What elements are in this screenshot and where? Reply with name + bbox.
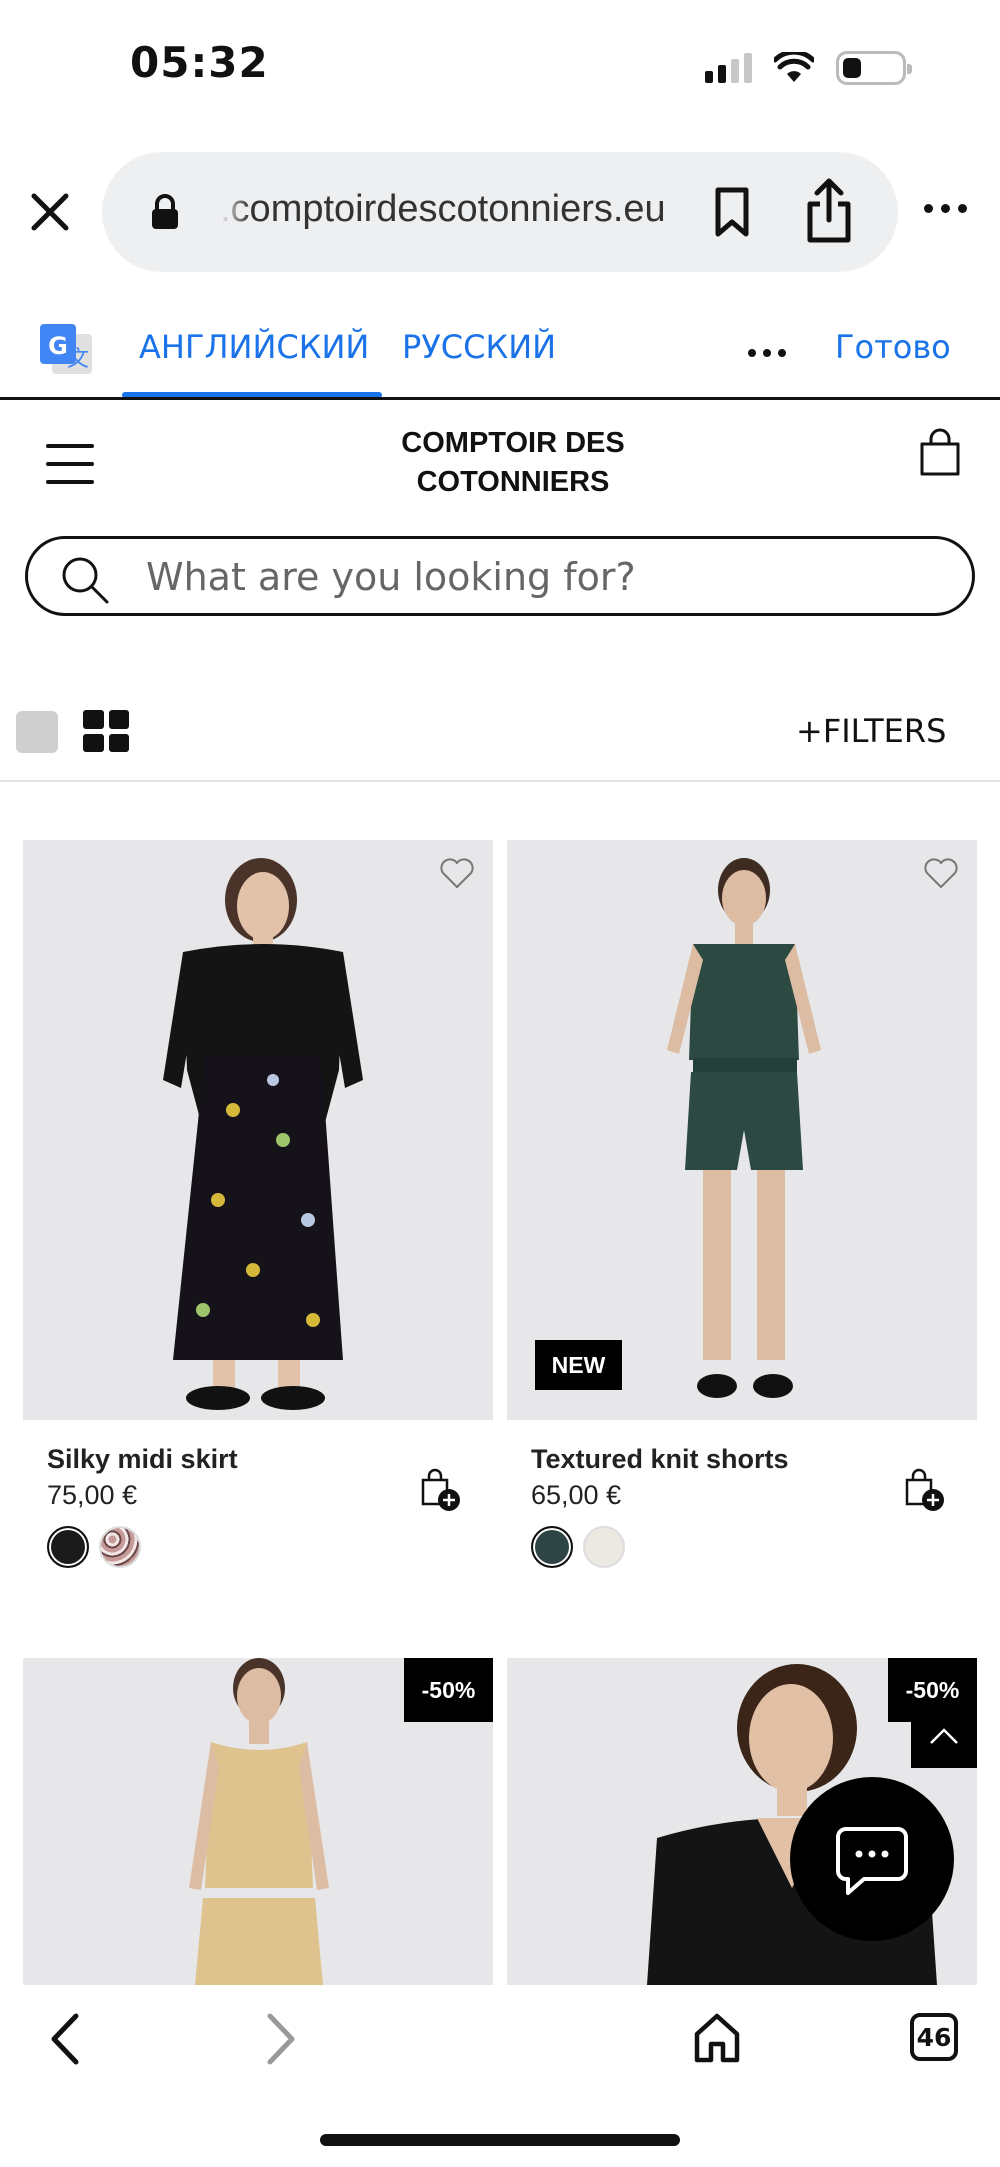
add-to-bag-icon[interactable] — [903, 1468, 945, 1512]
lock-icon — [152, 194, 178, 229]
tab-target-language[interactable]: РУССКИЙ — [402, 328, 556, 366]
color-swatches — [47, 1526, 141, 1568]
chat-bubble-icon — [836, 1827, 908, 1895]
product-price: 75,00 € — [47, 1480, 138, 1510]
brand-line-1: COMPTOIR DES — [401, 427, 625, 459]
product-name[interactable]: Silky midi skirt — [47, 1444, 238, 1475]
add-to-bag-icon[interactable] — [419, 1468, 461, 1512]
wishlist-heart-icon[interactable] — [923, 856, 959, 890]
new-badge: NEW — [535, 1340, 622, 1390]
address-bar[interactable]: .comptoirdescotonniers.eu — [102, 152, 898, 272]
wishlist-heart-icon[interactable] — [439, 856, 475, 890]
color-swatch-cream[interactable] — [583, 1526, 625, 1568]
search-bar[interactable] — [25, 536, 975, 616]
product-name[interactable]: Textured knit shorts — [531, 1444, 789, 1475]
tabs-count-button[interactable]: 46 — [910, 2013, 958, 2061]
translate-more-icon[interactable] — [748, 349, 786, 357]
brand-line-2: COTONNIERS — [416, 466, 610, 498]
divider — [0, 397, 1000, 400]
filters-button[interactable]: +FILTERS — [796, 712, 946, 750]
discount-badge: -50% — [404, 1658, 493, 1722]
home-icon[interactable] — [692, 2010, 742, 2064]
more-menu-icon[interactable] — [924, 204, 967, 213]
forward-arrow-icon[interactable] — [260, 2010, 302, 2068]
grid-view-toggle[interactable] — [83, 710, 129, 752]
search-icon — [62, 557, 109, 604]
search-input[interactable] — [146, 553, 926, 601]
google-translate-icon[interactable]: 文 G — [38, 322, 94, 378]
product-image[interactable]: NEW — [507, 840, 977, 1420]
cellular-signal-icon — [705, 53, 752, 83]
svg-text:G: G — [48, 332, 68, 360]
status-icons — [705, 48, 912, 88]
chevron-up-icon — [930, 1728, 958, 1744]
translate-done-button[interactable]: Готово — [835, 328, 951, 366]
single-view-toggle[interactable] — [16, 711, 58, 753]
close-icon[interactable] — [28, 190, 72, 234]
divider — [0, 780, 1000, 782]
brand-logo[interactable]: COMPTOIR DES COTONNIERS — [360, 424, 666, 502]
share-icon[interactable] — [802, 178, 856, 244]
product-image[interactable] — [23, 840, 493, 1420]
product-price: 65,00 € — [531, 1480, 622, 1510]
url-text[interactable]: .comptoirdescotonniers.eu — [220, 188, 780, 231]
product-image[interactable]: -50% — [23, 1658, 493, 1985]
model-illustration — [507, 840, 977, 1420]
color-swatches — [531, 1526, 625, 1568]
color-swatch-green[interactable] — [531, 1526, 573, 1568]
hamburger-menu-icon[interactable] — [46, 444, 94, 484]
chat-button[interactable] — [790, 1777, 954, 1941]
color-swatch-print[interactable] — [99, 1526, 141, 1568]
back-arrow-icon[interactable] — [44, 2010, 86, 2068]
model-illustration — [23, 840, 493, 1420]
scroll-to-top-button[interactable] — [911, 1706, 977, 1768]
home-indicator — [320, 2134, 680, 2146]
status-time: 05:32 — [130, 38, 269, 87]
bookmark-icon[interactable] — [710, 186, 754, 238]
wifi-icon — [774, 52, 814, 82]
color-swatch-black[interactable] — [47, 1526, 89, 1568]
battery-icon — [836, 51, 912, 85]
tab-source-language[interactable]: АНГЛИЙСКИЙ — [139, 328, 369, 366]
shopping-bag-icon[interactable] — [918, 428, 962, 478]
